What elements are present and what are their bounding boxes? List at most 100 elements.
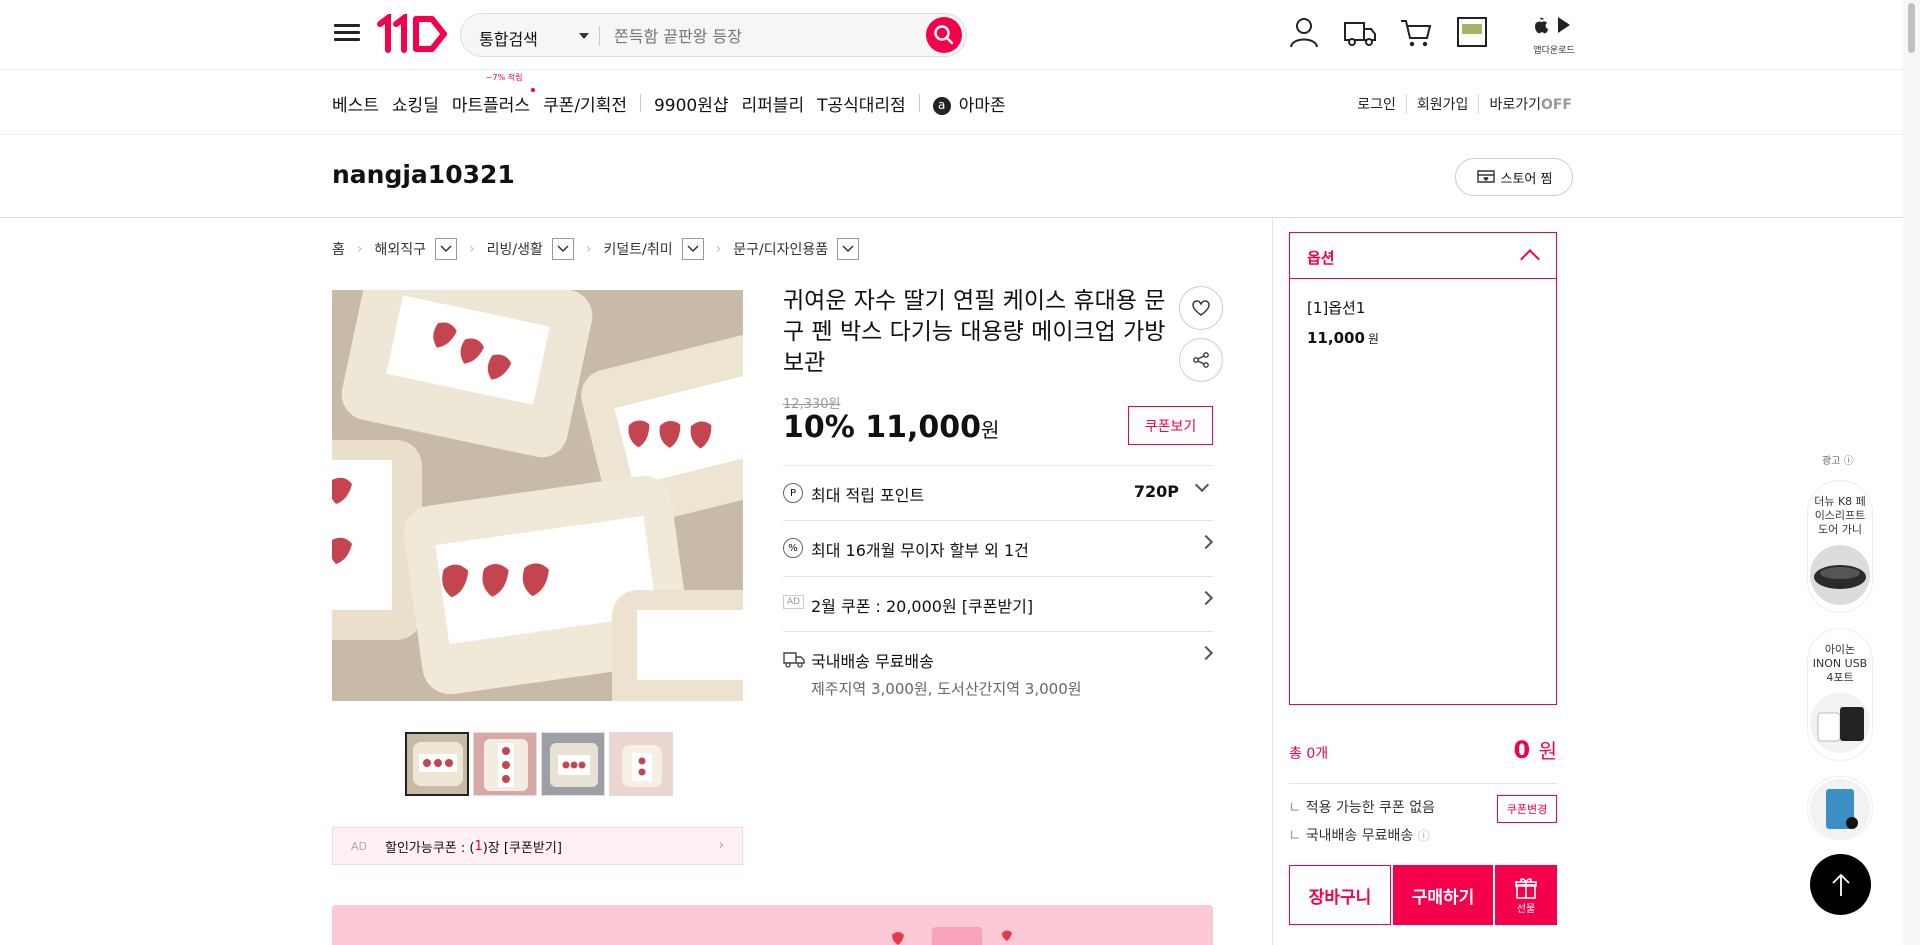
nav-item-shocking-deal[interactable]: 쇼킹딜: [392, 91, 439, 116]
breadcrumb-home[interactable]: 홈: [332, 239, 345, 259]
app-download[interactable]: 앱다운로드: [1530, 14, 1578, 56]
divider: [599, 26, 600, 46]
heart-icon: [1192, 300, 1210, 316]
points-row[interactable]: P 최대 적립 포인트 720P: [783, 465, 1213, 521]
option-name[interactable]: [1]옵션1: [1307, 297, 1365, 318]
coupon-text: 2월 쿠폰 : 20,000원 [쿠폰받기]: [811, 597, 1034, 616]
mart-badge: ~7% 적립: [485, 72, 523, 82]
signup-link[interactable]: 회원가입: [1405, 94, 1468, 114]
nav-item-9900-shop[interactable]: 9900원샵: [654, 91, 729, 116]
search-input[interactable]: [614, 23, 894, 49]
nav-item-refurbly[interactable]: 리퍼블리: [742, 91, 805, 116]
wishlist-button[interactable]: [1179, 286, 1223, 330]
thumbnail-4[interactable]: [609, 732, 673, 796]
menu-icon[interactable]: [334, 20, 360, 46]
shipping-subtext: 제주지역 3,000원, 도서산간지역 3,000원: [811, 680, 1082, 698]
chevron-down-icon[interactable]: [579, 33, 589, 39]
breadcrumb: 홈 › 해외직구 › 리빙/생활 › 키덜트/취미 › 문구/디자인용품: [332, 238, 860, 260]
main-nav: 베스트 쇼킹딜 마트플러스 ~7% 적립 쿠폰/기획전 9900원샵 리퍼블리 …: [332, 73, 1019, 116]
store-follow-button[interactable]: 스토어 찜: [1455, 158, 1573, 196]
shortcut-toggle[interactable]: 바로가기OFF: [1478, 94, 1572, 114]
coupon-status: ∟ 적용 가능한 쿠폰 없음: [1289, 797, 1435, 817]
nav-item-t-official[interactable]: T공식대리점: [817, 91, 906, 116]
divider: [0, 134, 1920, 135]
shipping-row[interactable]: 국내배송 무료배송 제주지역 3,000원, 도서산간지역 3,000원: [783, 631, 1214, 711]
nav-divider: [639, 94, 641, 112]
thumbnail-3[interactable]: [541, 732, 605, 796]
ad-card-2[interactable]: 아이논 INON USB 4포트: [1807, 628, 1873, 761]
new-dot: [531, 87, 536, 92]
nav-item-coupon[interactable]: 쿠폰/기획전: [543, 91, 627, 116]
search-scope-select[interactable]: 통합검색: [479, 26, 538, 50]
coupon-view-button[interactable]: 쿠폰보기: [1128, 406, 1213, 445]
tree-branch-icon: ∟: [1289, 800, 1301, 816]
ad-card-image: [1810, 545, 1870, 605]
nav-item-mart-plus[interactable]: 마트플러스 ~7% 적립: [451, 73, 536, 116]
chevron-right-icon: ›: [356, 241, 363, 257]
option-price-unit: 원: [1367, 332, 1379, 346]
store-heart-icon: [1476, 170, 1495, 183]
option-header[interactable]: 옵션: [1290, 233, 1556, 279]
chevron-right-icon: ›: [715, 241, 722, 257]
scrollbar[interactable]: [1903, 0, 1920, 945]
scroll-top-button[interactable]: [1810, 854, 1871, 915]
total-price: 0 원: [1514, 735, 1557, 764]
total-count: 총 0개: [1289, 746, 1329, 762]
chevron-up-icon: [1520, 249, 1540, 269]
thumbnail-1[interactable]: [405, 732, 469, 796]
recent-view-icon[interactable]: [1454, 14, 1490, 50]
store-name[interactable]: nangja10321: [332, 160, 515, 189]
breadcrumb-item[interactable]: 리빙/생활: [487, 239, 543, 259]
coupon-change-button[interactable]: 쿠폰변경: [1497, 795, 1557, 823]
ad-coupon-banner[interactable]: AD 할인가능쿠폰 : (1)장 [쿠폰받기] ›: [332, 827, 743, 865]
search-button[interactable]: [926, 17, 962, 53]
11st-logo[interactable]: [376, 14, 448, 54]
ad-coupon-prefix: 할인가능쿠폰 : (: [385, 840, 475, 856]
scrollbar-thumb[interactable]: [1908, 3, 1915, 53]
share-button[interactable]: [1179, 338, 1223, 382]
chevron-right-icon: [1198, 534, 1214, 550]
gift-label: 선물: [1516, 903, 1536, 915]
ad-card-3[interactable]: [1807, 776, 1873, 840]
breadcrumb-item[interactable]: 해외직구: [375, 239, 427, 259]
breadcrumb-item[interactable]: 키덜트/취미: [604, 239, 673, 259]
breadcrumb-item[interactable]: 문구/디자인용품: [733, 239, 828, 259]
chevron-down-icon[interactable]: [435, 238, 458, 260]
thumbnail-2[interactable]: [473, 732, 537, 796]
my-page-icon[interactable]: [1286, 14, 1322, 50]
delivery-truck-icon[interactable]: [1342, 14, 1378, 50]
ad-label: 광고 ⓘ: [1822, 456, 1854, 467]
add-to-cart-button[interactable]: 장바구니: [1289, 865, 1391, 925]
coupon-row[interactable]: AD 2월 쿠폰 : 20,000원 [쿠폰받기]: [783, 576, 1214, 632]
discount-rate: 10%: [783, 410, 855, 445]
info-icon[interactable]: ⓘ: [1418, 829, 1430, 843]
divider: [0, 217, 1920, 218]
nav-item-best[interactable]: 베스트: [332, 91, 379, 116]
gift-button[interactable]: 선물: [1495, 865, 1557, 925]
nav-item-label: 아마존: [958, 95, 1006, 116]
chevron-down-icon[interactable]: [551, 238, 574, 260]
nav-item-label: 마트플러스: [451, 95, 531, 116]
cart-icon[interactable]: [1398, 14, 1434, 50]
product-main-image[interactable]: [332, 290, 743, 701]
ad-card-1[interactable]: 더뉴 K8 페이스리프트 도어 가니: [1807, 480, 1873, 613]
promo-banner[interactable]: [332, 905, 1213, 945]
shipping-status: ∟ 국내배송 무료배송 ⓘ: [1289, 825, 1430, 845]
chevron-down-icon[interactable]: [681, 238, 704, 260]
option-price: 11,000 원: [1307, 329, 1379, 347]
nav-item-amazon[interactable]: a 아마존: [932, 91, 1006, 116]
ad-tag: AD: [783, 595, 805, 609]
store-follow-label: 스토어 찜: [1500, 171, 1553, 187]
total-price-value: 0: [1513, 736, 1531, 764]
total-price-unit: 원: [1538, 739, 1557, 763]
buy-button[interactable]: 구매하기: [1393, 865, 1493, 925]
ad-coupon-count: 1: [474, 838, 483, 854]
product-page: 통합검색 앱다운로드 베스트 쇼킹딜 마트플러스 ~7% 적립 쿠폰/기획전 9…: [0, 0, 1920, 945]
installment-row[interactable]: % 최대 16개월 무이자 할부 외 1건: [783, 520, 1214, 576]
installment-text: 최대 16개월 무이자 할부 외 1건: [811, 541, 1029, 560]
login-link[interactable]: 로그인: [1347, 94, 1396, 114]
chevron-right-icon: ›: [585, 241, 592, 257]
chevron-down-icon[interactable]: [837, 238, 860, 260]
truck-icon: [783, 652, 805, 668]
option-panel: 옵션 [1]옵션1 11,000 원: [1289, 232, 1557, 705]
